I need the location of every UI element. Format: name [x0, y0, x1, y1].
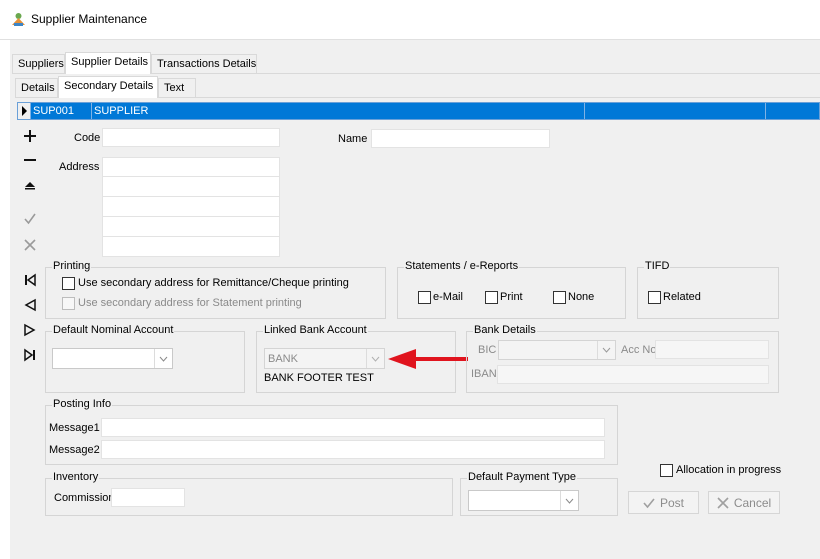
next-record-icon[interactable]: [20, 320, 40, 340]
cancel-button-label: Cancel: [733, 495, 772, 510]
window-title: Supplier Maintenance: [31, 12, 148, 26]
chevron-down-icon[interactable]: [154, 349, 172, 368]
commission-input[interactable]: [111, 488, 185, 507]
name-label: Name: [338, 133, 368, 145]
row-pointer-icon: [22, 106, 27, 116]
default-nominal-legend: Default Nominal Account: [52, 324, 175, 336]
add-icon[interactable]: [20, 126, 40, 146]
row-cell-empty: [585, 103, 766, 119]
default-nominal-dropdown[interactable]: [52, 348, 173, 369]
code-input[interactable]: [102, 128, 280, 147]
app-icon: [12, 13, 25, 26]
print-label: Print: [500, 291, 523, 303]
row-code: SUP001: [32, 103, 92, 119]
previous-record-icon[interactable]: [20, 295, 40, 315]
checkmark-icon: [643, 497, 655, 508]
address-line-4[interactable]: [102, 217, 280, 237]
tab-suppliers[interactable]: Suppliers: [12, 54, 65, 74]
address-line-2[interactable]: [102, 177, 280, 197]
red-arrow-icon: [388, 349, 468, 369]
chevron-down-icon[interactable]: [597, 341, 615, 359]
message2-input[interactable]: [101, 440, 605, 459]
allocation-label: Allocation in progress: [676, 464, 782, 476]
cancel-button[interactable]: Cancel: [708, 491, 780, 514]
acc-no-input[interactable]: [655, 340, 769, 359]
printing-group: Printing: [45, 260, 386, 319]
name-input[interactable]: [371, 129, 550, 148]
linked-bank-value: BANK: [268, 353, 298, 365]
statement-checkbox[interactable]: [62, 297, 75, 310]
none-checkbox[interactable]: [553, 291, 566, 304]
row-indicator: [18, 103, 31, 119]
linked-bank-legend: Linked Bank Account: [263, 324, 368, 336]
statements-legend: Statements / e-Reports: [404, 260, 520, 272]
bic-dropdown[interactable]: [498, 340, 616, 360]
none-label: None: [568, 291, 595, 303]
address-label: Address: [59, 161, 100, 173]
posting-info-legend: Posting Info: [52, 398, 113, 410]
address-line-1[interactable]: [102, 157, 280, 177]
table-row[interactable]: SUP001 SUPPLIER: [17, 102, 820, 120]
tab-details[interactable]: Details: [15, 78, 58, 98]
related-checkbox[interactable]: [648, 291, 661, 304]
cancel-icon[interactable]: [20, 235, 40, 255]
message2-label: Message2: [49, 444, 100, 456]
bank-details-legend: Bank Details: [473, 324, 537, 336]
tab-text[interactable]: Text: [158, 78, 196, 98]
print-checkbox[interactable]: [485, 291, 498, 304]
tab-transactions-details[interactable]: Transactions Details: [151, 54, 257, 74]
confirm-icon[interactable]: [20, 209, 40, 229]
tab-supplier-details[interactable]: Supplier Details: [65, 52, 151, 74]
row-name: SUPPLIER: [92, 103, 585, 119]
code-label: Code: [74, 132, 101, 144]
address-line-3[interactable]: [102, 197, 280, 217]
payment-type-dropdown[interactable]: [468, 490, 579, 511]
message1-input[interactable]: [101, 418, 605, 437]
post-button[interactable]: Post: [628, 491, 699, 514]
close-icon: [717, 496, 729, 509]
bic-label: BIC: [478, 344, 497, 356]
tifd-legend: TIFD: [644, 260, 671, 272]
statement-label: Use secondary address for Statement prin…: [78, 297, 302, 309]
linked-bank-footer: BANK FOOTER TEST: [264, 372, 374, 384]
chevron-down-icon[interactable]: [560, 491, 578, 510]
remittance-label: Use secondary address for Remittance/Che…: [78, 277, 349, 289]
collapse-icon[interactable]: [20, 175, 40, 195]
message1-label: Message1: [49, 422, 100, 434]
email-checkbox[interactable]: [418, 291, 431, 304]
linked-bank-dropdown[interactable]: BANK: [264, 348, 385, 369]
tab-secondary-details[interactable]: Secondary Details: [58, 76, 158, 98]
commission-label: Commission: [54, 492, 115, 504]
allocation-checkbox[interactable]: [660, 464, 673, 477]
first-record-icon[interactable]: [20, 270, 40, 290]
chevron-down-icon[interactable]: [366, 349, 384, 368]
iban-input[interactable]: [497, 365, 769, 384]
related-label: Related: [663, 291, 701, 303]
payment-type-legend: Default Payment Type: [467, 471, 578, 483]
acc-no-label: Acc No: [621, 344, 657, 356]
post-button-label: Post: [659, 495, 684, 510]
left-border: [0, 40, 10, 559]
last-record-icon[interactable]: [20, 345, 40, 365]
remove-icon[interactable]: [20, 150, 40, 170]
remittance-checkbox[interactable]: [62, 277, 75, 290]
address-line-5[interactable]: [102, 237, 280, 257]
title-bar: Supplier Maintenance: [0, 0, 820, 40]
inventory-legend: Inventory: [52, 471, 100, 483]
printing-legend: Printing: [52, 260, 92, 272]
email-label: e-Mail: [433, 291, 463, 303]
iban-label: IBAN: [471, 368, 497, 380]
